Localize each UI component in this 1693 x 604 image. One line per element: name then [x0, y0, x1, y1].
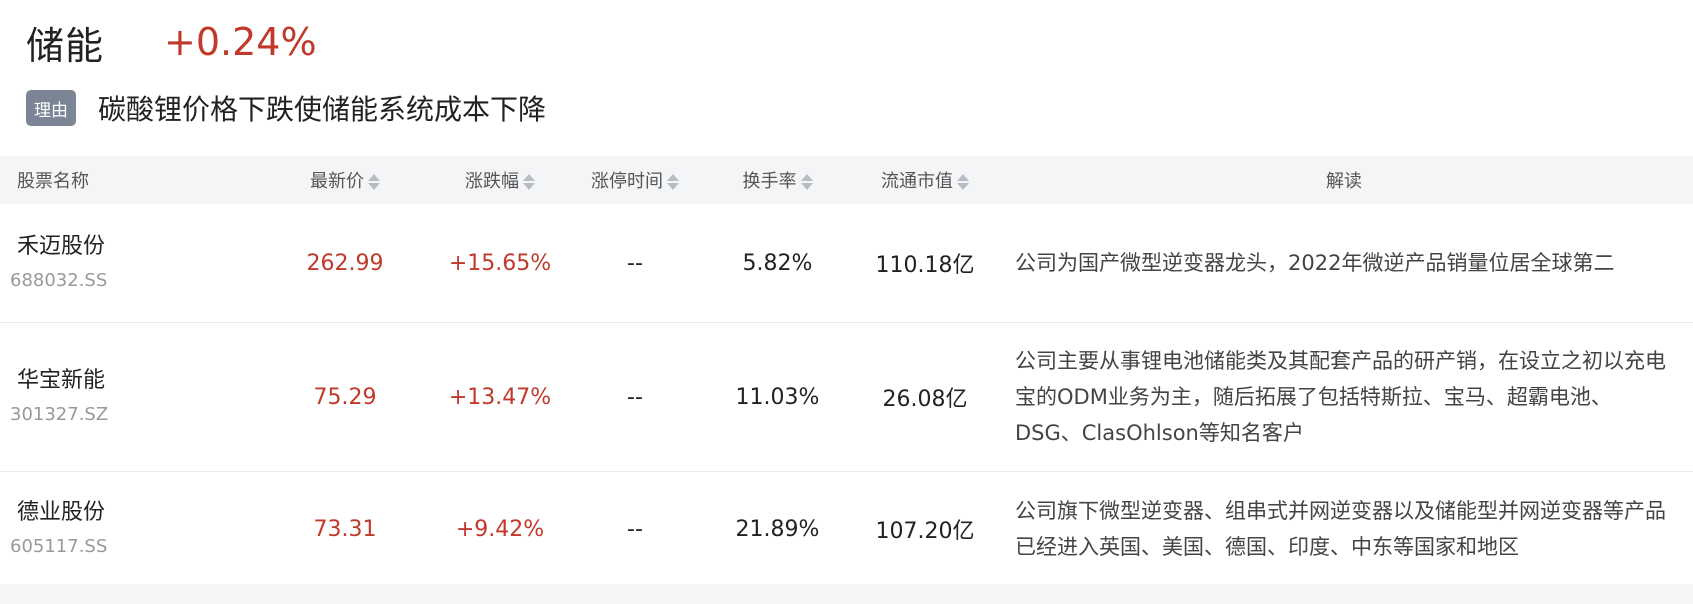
header-stock-name: 股票名称 [17, 171, 89, 192]
change-percent: +15.65% [448, 250, 552, 276]
sector-name: 储能 [26, 23, 105, 68]
description: 公司为国产微型逆变器龙头，2022年微逆产品销量位居全球第二 [1015, 251, 1615, 275]
header-turnover[interactable]: 换手率 [710, 167, 845, 193]
reason-row: 理由 碳酸锂价格下跌使储能系统成本下降 [26, 88, 546, 128]
limit-time: -- [627, 250, 643, 276]
stock-name[interactable]: 德业股份 [17, 497, 250, 529]
reason-badge: 理由 [26, 90, 76, 126]
stock-code: 301327.SZ [10, 404, 109, 425]
bottom-divider [0, 584, 1693, 604]
market-cap: 107.20亿 [875, 519, 975, 544]
market-cap: 110.18亿 [875, 253, 975, 278]
header-change[interactable]: 涨跌幅 [440, 167, 560, 193]
table-header: 股票名称 最新价 涨跌幅 涨停时间 换手率 流通市值 解读 [0, 156, 1693, 204]
change-percent: +13.47% [448, 384, 552, 410]
sort-caret-icon[interactable] [523, 172, 535, 192]
header-description: 解读 [1326, 171, 1362, 192]
header-limit-time[interactable]: 涨停时间 [560, 167, 710, 193]
sector-header: 储能 +0.24% [26, 14, 317, 70]
sort-caret-icon[interactable] [667, 172, 679, 192]
sort-caret-icon[interactable] [800, 172, 813, 192]
description: 公司旗下微型逆变器、组串式并网逆变器以及储能型并网逆变器等产品已经进入英国、美国… [1015, 499, 1666, 559]
turnover-rate: 5.82% [742, 250, 813, 276]
table-row[interactable]: 华宝新能 301327.SZ 75.29 +13.47% -- 11.03% 2… [0, 323, 1693, 472]
latest-price: 73.31 [313, 516, 377, 542]
latest-price: 75.29 [313, 384, 377, 410]
stock-cell[interactable]: 华宝新能 301327.SZ [0, 365, 250, 429]
turnover-rate: 21.89% [735, 516, 820, 542]
description: 公司主要从事锂电池储能类及其配套产品的研产销，在设立之初以充电宝的ODM业务为主… [1015, 349, 1666, 445]
stock-code: 605117.SS [10, 536, 108, 557]
header-market-cap[interactable]: 流通市值 [845, 167, 1005, 193]
stock-cell[interactable]: 禾迈股份 688032.SS [0, 231, 250, 295]
limit-time: -- [627, 516, 643, 542]
table-row[interactable]: 禾迈股份 688032.SS 262.99 +15.65% -- 5.82% 1… [0, 204, 1693, 323]
sort-caret-icon[interactable] [368, 172, 380, 192]
table-row[interactable]: 德业股份 605117.SS 73.31 +9.42% -- 21.89% 10… [0, 472, 1693, 586]
latest-price: 262.99 [306, 250, 384, 276]
sort-caret-icon[interactable] [957, 172, 969, 192]
limit-time: -- [627, 384, 643, 410]
stock-name[interactable]: 华宝新能 [17, 365, 250, 397]
sector-change: +0.24% [164, 20, 317, 64]
stock-name[interactable]: 禾迈股份 [17, 231, 250, 263]
change-percent: +9.42% [455, 516, 545, 542]
header-latest-price[interactable]: 最新价 [250, 167, 440, 193]
stock-code: 688032.SS [10, 270, 108, 291]
stock-cell[interactable]: 德业股份 605117.SS [0, 497, 250, 561]
market-cap: 26.08亿 [882, 387, 968, 412]
reason-text: 碳酸锂价格下跌使储能系统成本下降 [98, 93, 547, 126]
turnover-rate: 11.03% [735, 384, 820, 410]
stock-table: 股票名称 最新价 涨跌幅 涨停时间 换手率 流通市值 解读 禾迈股份 68803… [0, 156, 1693, 586]
